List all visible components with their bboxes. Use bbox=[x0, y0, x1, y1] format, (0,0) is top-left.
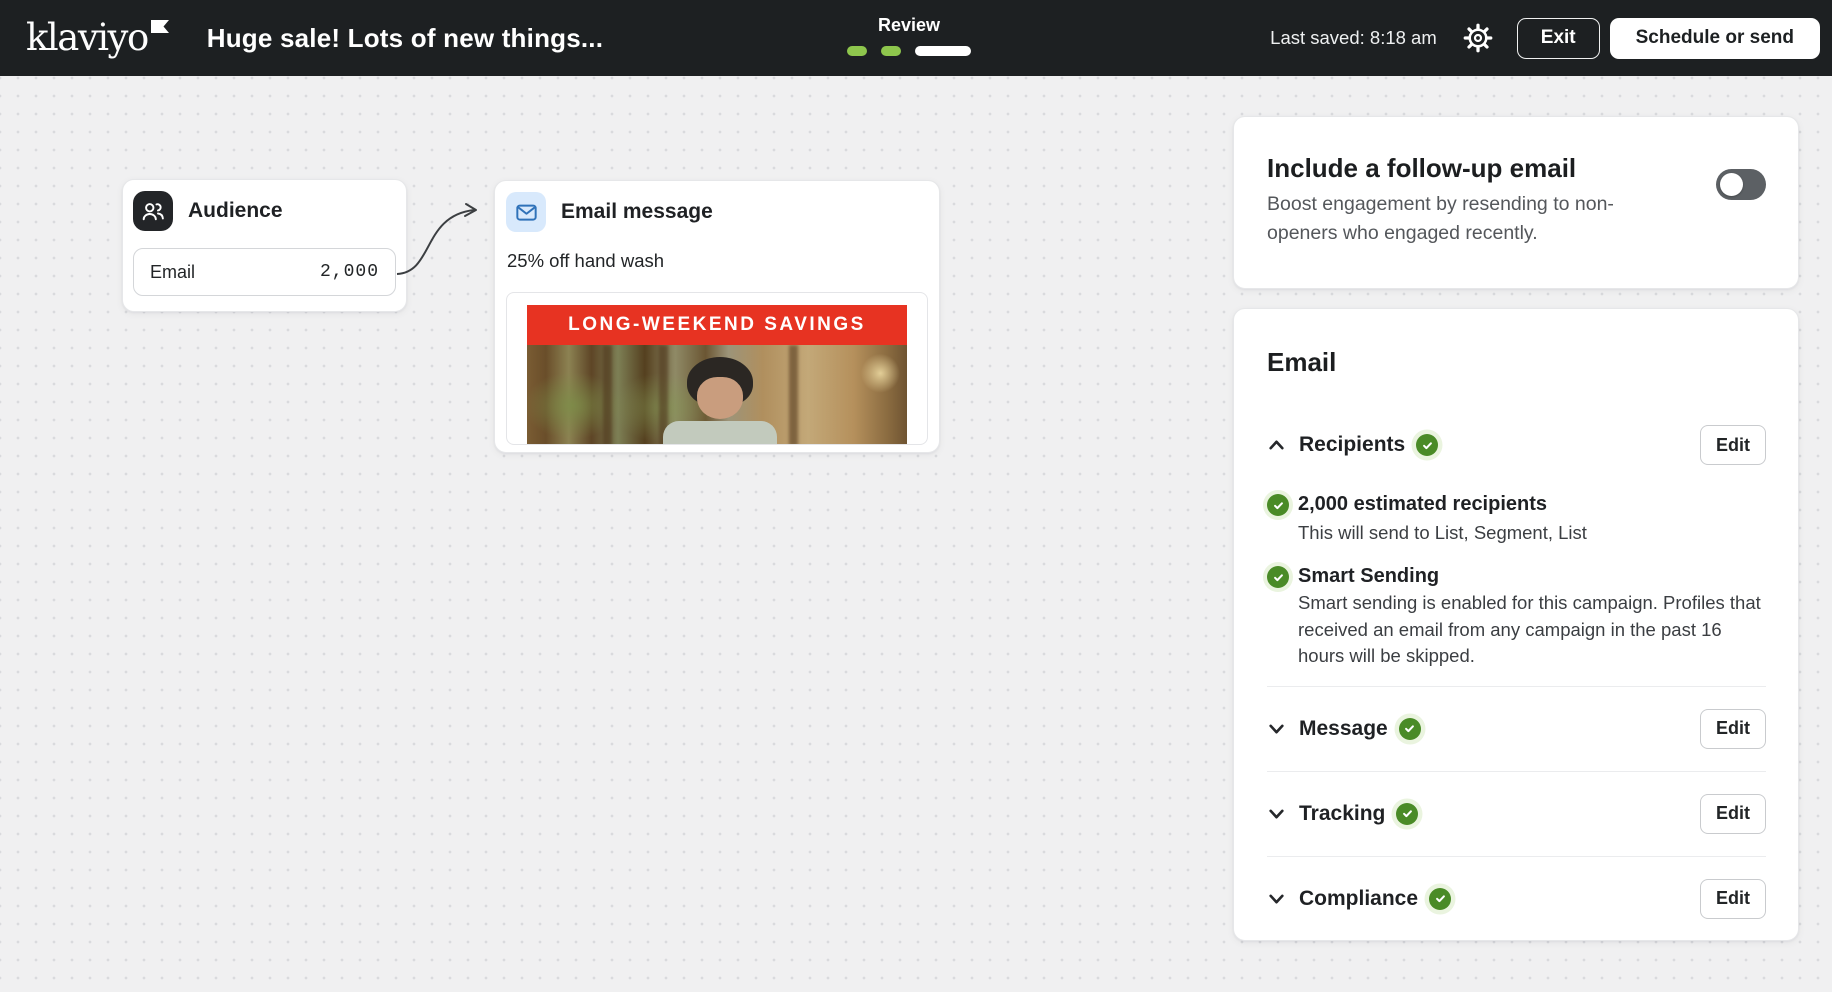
section-row-compliance[interactable]: Compliance Edit bbox=[1267, 879, 1766, 919]
topbar: klaviyo Huge sale! Lots of new things...… bbox=[0, 0, 1832, 76]
email-node-header: Email message bbox=[506, 192, 928, 232]
klaviyo-wordmark: klaviyo bbox=[26, 12, 148, 64]
followup-description: Boost engagement by resending to non-ope… bbox=[1267, 190, 1623, 248]
message-edit-button[interactable]: Edit bbox=[1700, 709, 1766, 749]
recipients-detail-item: 2,000 estimated recipients This will sen… bbox=[1267, 491, 1766, 547]
smart-sending-title: Smart Sending bbox=[1298, 563, 1766, 590]
chevron-down-icon[interactable] bbox=[1267, 804, 1286, 823]
photo-person-shirt bbox=[663, 421, 777, 445]
audience-email-row[interactable]: Email 2,000 bbox=[133, 248, 396, 296]
audience-node-card[interactable]: Audience Email 2,000 bbox=[122, 179, 407, 312]
step-pills bbox=[847, 46, 971, 56]
email-message-node-card[interactable]: Email message 25% off hand wash LONG-WEE… bbox=[494, 180, 940, 453]
message-section-label: Message bbox=[1299, 717, 1388, 741]
email-envelope-icon bbox=[506, 192, 546, 232]
compliance-section-label: Compliance bbox=[1299, 887, 1418, 911]
photo-window-frame bbox=[603, 345, 612, 445]
audience-node-title: Audience bbox=[188, 199, 283, 223]
followup-email-card: Include a follow-up email Boost engageme… bbox=[1233, 116, 1799, 289]
chevron-down-icon[interactable] bbox=[1267, 719, 1286, 738]
active-step-label: Review bbox=[878, 15, 940, 36]
klaviyo-logo: klaviyo bbox=[26, 12, 169, 64]
recipients-complete-check-icon bbox=[1416, 434, 1438, 456]
compliance-complete-check-icon bbox=[1429, 888, 1451, 910]
step-pill-active-review[interactable] bbox=[915, 46, 971, 56]
section-row-recipients[interactable]: Recipients Edit bbox=[1267, 425, 1766, 465]
email-preview-photo bbox=[527, 345, 907, 445]
audience-node-header: Audience bbox=[133, 191, 396, 231]
recipients-detail-item: Smart Sending Smart sending is enabled f… bbox=[1267, 563, 1766, 670]
check-icon bbox=[1267, 494, 1289, 516]
check-icon bbox=[1267, 566, 1289, 588]
detail-text: 2,000 estimated recipients This will sen… bbox=[1298, 491, 1587, 547]
email-preview-thumbnail: LONG-WEEKEND SAVINGS bbox=[506, 292, 928, 445]
photo-window-frame bbox=[789, 345, 798, 445]
email-node-title: Email message bbox=[561, 200, 713, 224]
followup-title: Include a follow-up email bbox=[1267, 151, 1659, 185]
section-row-tracking[interactable]: Tracking Edit bbox=[1267, 794, 1766, 834]
recipients-details: 2,000 estimated recipients This will sen… bbox=[1267, 491, 1766, 670]
tracking-edit-button[interactable]: Edit bbox=[1700, 794, 1766, 834]
estimated-recipients-title: 2,000 estimated recipients bbox=[1298, 491, 1587, 518]
message-complete-check-icon bbox=[1399, 718, 1421, 740]
divider bbox=[1267, 686, 1766, 687]
recipients-section-label: Recipients bbox=[1299, 433, 1405, 457]
followup-toggle[interactable] bbox=[1716, 169, 1766, 200]
followup-text: Include a follow-up email Boost engageme… bbox=[1267, 151, 1659, 288]
tracking-section-label: Tracking bbox=[1299, 802, 1385, 826]
divider bbox=[1267, 771, 1766, 772]
smart-sending-description: Smart sending is enabled for this campai… bbox=[1298, 590, 1766, 670]
tracking-complete-check-icon bbox=[1396, 803, 1418, 825]
email-preview-banner: LONG-WEEKEND SAVINGS bbox=[527, 305, 907, 345]
topbar-actions: Last saved: 8:18 am Exit Schedule or sen… bbox=[1270, 0, 1820, 76]
section-row-message[interactable]: Message Edit bbox=[1267, 709, 1766, 749]
audience-recipient-count: 2,000 bbox=[320, 262, 379, 282]
chevron-down-icon[interactable] bbox=[1267, 889, 1286, 908]
settings-gear-icon[interactable] bbox=[1462, 22, 1494, 54]
panel-heading: Email bbox=[1267, 345, 1766, 379]
klaviyo-flag-icon bbox=[151, 20, 169, 33]
campaign-canvas: Audience Email 2,000 Email message 25% o… bbox=[0, 76, 1832, 992]
last-saved-text: Last saved: 8:18 am bbox=[1270, 27, 1437, 49]
audience-channel-label: Email bbox=[150, 262, 195, 283]
step-pill-completed-2[interactable] bbox=[881, 46, 901, 56]
step-pill-completed-1[interactable] bbox=[847, 46, 867, 56]
recipients-edit-button[interactable]: Edit bbox=[1700, 425, 1766, 465]
email-review-panel: Email Recipients Edit 2,000 estimated re… bbox=[1233, 308, 1799, 941]
divider bbox=[1267, 856, 1766, 857]
exit-button[interactable]: Exit bbox=[1517, 18, 1600, 59]
estimated-recipients-subtext: This will send to List, Segment, List bbox=[1298, 518, 1587, 547]
photo-person-face bbox=[697, 377, 743, 419]
chevron-up-icon[interactable] bbox=[1267, 436, 1286, 455]
detail-text: Smart Sending Smart sending is enabled f… bbox=[1298, 563, 1766, 670]
schedule-or-send-button[interactable]: Schedule or send bbox=[1610, 18, 1820, 59]
connector-arrow bbox=[392, 201, 497, 286]
audience-people-icon bbox=[133, 191, 173, 231]
compliance-edit-button[interactable]: Edit bbox=[1700, 879, 1766, 919]
campaign-title: Huge sale! Lots of new things... bbox=[207, 23, 603, 54]
email-subject-line: 25% off hand wash bbox=[506, 251, 928, 271]
followup-toggle-knob bbox=[1720, 173, 1743, 196]
step-progress: Review bbox=[846, 15, 972, 56]
